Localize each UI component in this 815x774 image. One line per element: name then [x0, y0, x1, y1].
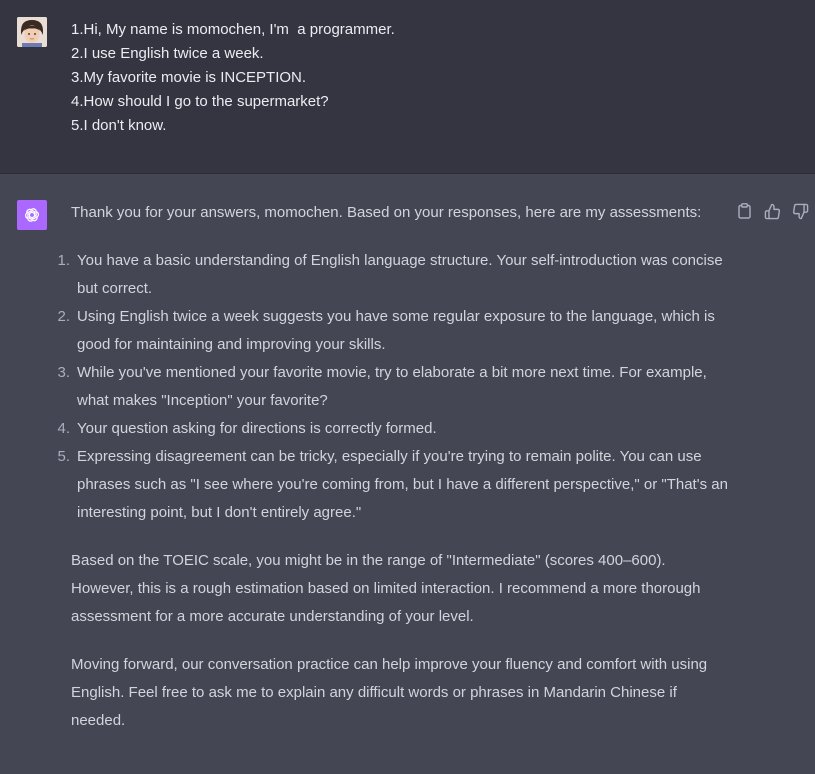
user-line: 2.I use English twice a week. [71, 45, 264, 62]
list-number: 5. [57, 448, 70, 465]
user-message-text: 1.Hi, My name is momochen, I'm a program… [71, 18, 395, 138]
intro-paragraph: Thank you for your answers, momochen. Ba… [71, 204, 702, 221]
list-item-text: You have a basic understanding of Englis… [77, 252, 723, 297]
message-actions [735, 202, 809, 220]
list-number: 4. [57, 420, 70, 437]
list-item: 4. Your question asking for directions i… [57, 415, 731, 443]
closing-paragraph: Moving forward, our conversation practic… [71, 656, 708, 729]
user-line: 3.My favorite movie is INCEPTION. [71, 69, 307, 86]
thumbs-down-icon[interactable] [791, 202, 809, 220]
user-line: 4.How should I go to the supermarket? [71, 93, 329, 110]
user-message: 1.Hi, My name is momochen, I'm a program… [0, 0, 815, 174]
list-number: 3. [57, 364, 70, 381]
list-item: 3. While you've mentioned your favorite … [57, 359, 731, 415]
list-item-text: Your question asking for directions is c… [77, 420, 437, 437]
assistant-message: Thank you for your answers, momochen. Ba… [0, 175, 815, 774]
list-number: 1. [57, 252, 70, 269]
user-avatar [17, 17, 47, 47]
assistant-message-text: Thank you for your answers, momochen. Ba… [57, 199, 731, 735]
list-item: 5. Expressing disagreement can be tricky… [57, 443, 731, 527]
list-item: 1. You have a basic understanding of Eng… [57, 247, 731, 303]
list-item-text: While you've mentioned your favorite mov… [77, 364, 707, 409]
openai-logo-icon [17, 200, 47, 230]
user-line: 1.Hi, My name is momochen, I'm a program… [71, 21, 395, 38]
list-item-text: Expressing disagreement can be tricky, e… [77, 448, 728, 521]
list-item: 2. Using English twice a week suggests y… [57, 303, 731, 359]
assessment-list: 1. You have a basic understanding of Eng… [57, 247, 731, 527]
user-line: 5.I don't know. [71, 117, 167, 134]
list-number: 2. [57, 308, 70, 325]
thumbs-up-icon[interactable] [763, 202, 781, 220]
toeic-paragraph: Based on the TOEIC scale, you might be i… [71, 552, 701, 625]
clipboard-icon[interactable] [735, 202, 753, 220]
list-item-text: Using English twice a week suggests you … [77, 308, 715, 353]
